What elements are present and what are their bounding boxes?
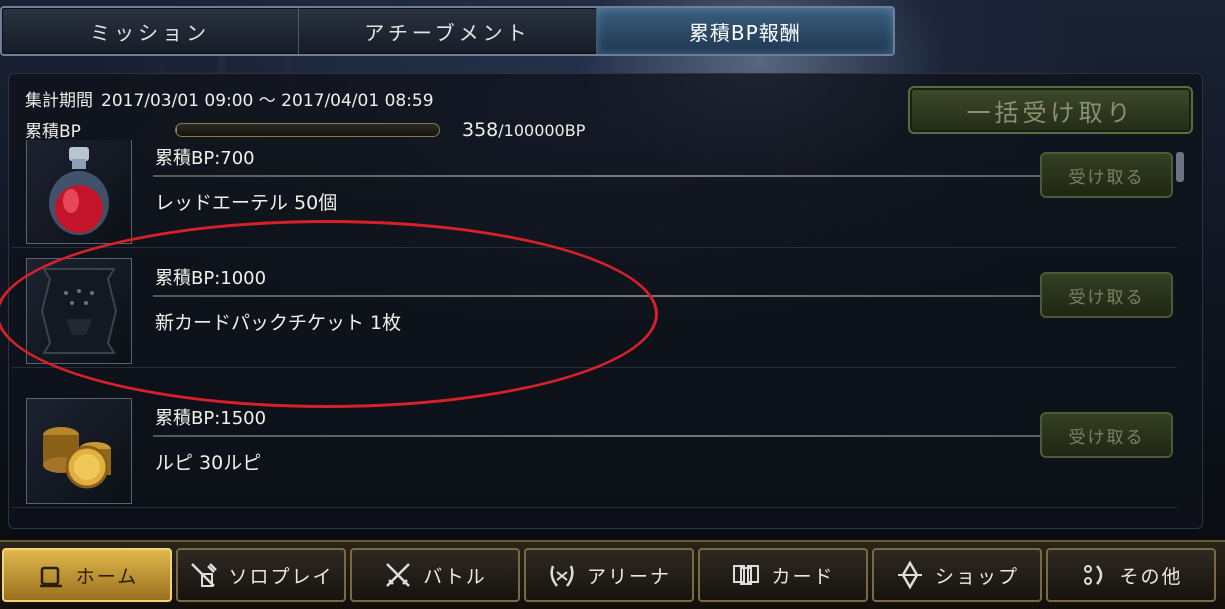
tab-cumulative-bp-reward[interactable]: 累積BP報酬 (596, 8, 893, 54)
period-value: 2017/03/01 09:00 ～ 2017/04/01 08:59 (101, 91, 434, 111)
nav-label: ソロプレイ (228, 565, 334, 588)
card-pack-ticket-icon (26, 258, 132, 364)
arena-laurel-icon (550, 565, 574, 587)
bp-total: /100000BP (498, 120, 586, 140)
bp-progress-bar (175, 122, 440, 137)
nav-solo-play[interactable]: ソロプレイ (176, 548, 346, 602)
cards-icon (733, 565, 760, 585)
nav-card[interactable]: カード (698, 548, 868, 602)
home-icon (39, 566, 62, 588)
bulk-claim-button[interactable]: 一括受け取り (908, 86, 1193, 134)
bottom-navigation: ホーム ソロプレイ バトル アリーナ カード ショップ その他 (0, 540, 1225, 609)
other-icon (1084, 565, 1103, 585)
reward-requirement: 累積BP:1000 (155, 268, 267, 289)
mission-tabs: ミッション アチーブメント 累積BP報酬 (0, 6, 895, 56)
bp-progress-fill (176, 123, 178, 136)
nav-label: アリーナ (586, 565, 671, 588)
reward-item: レッドエーテル 50個 (155, 192, 338, 214)
period-label: 集計期間 (25, 91, 93, 111)
red-ether-potion-icon (26, 140, 132, 244)
divider (153, 432, 1167, 439)
claim-button[interactable]: 受け取る (1040, 412, 1173, 458)
divider (153, 172, 1167, 179)
nav-label: カード (771, 565, 835, 588)
bp-current: 358 (462, 118, 499, 141)
shop-crystal-icon (897, 560, 922, 590)
claim-button[interactable]: 受け取る (1040, 152, 1173, 198)
nav-other[interactable]: その他 (1046, 548, 1216, 602)
bp-label: 累積BP (25, 122, 81, 142)
nav-label: ホーム (75, 565, 139, 588)
reward-list[interactable]: 累積BP:700 レッドエーテル 50個 受け取る 累積BP:1000 新カード… (12, 140, 1182, 516)
divider (153, 292, 1167, 299)
nav-battle[interactable]: バトル (350, 548, 520, 602)
nav-shop[interactable]: ショップ (872, 548, 1042, 602)
nav-home[interactable]: ホーム (2, 548, 172, 602)
nav-label: バトル (423, 565, 487, 588)
tab-mission[interactable]: ミッション (2, 8, 300, 54)
reward-item: ルピ 30ルピ (155, 452, 262, 474)
bp-value: 358/100000BP (462, 119, 585, 141)
rupie-coins-icon (26, 398, 132, 504)
list-item: 累積BP:1000 新カードパックチケット 1枚 受け取る (12, 238, 1177, 368)
list-scrollbar[interactable] (1176, 152, 1184, 182)
solo-play-icon (191, 563, 218, 587)
list-item: 累積BP:700 レッドエーテル 50個 受け取る (12, 140, 1177, 248)
nav-arena[interactable]: アリーナ (524, 548, 694, 602)
reward-item: 新カードパックチケット 1枚 (155, 312, 402, 334)
bp-summary: 集計期間 2017/03/01 09:00 ～ 2017/04/01 08:59… (25, 86, 585, 142)
claim-button[interactable]: 受け取る (1040, 272, 1173, 318)
crossed-swords-icon (386, 563, 411, 587)
nav-label: ショップ (934, 565, 1019, 588)
reward-requirement: 累積BP:700 (155, 148, 255, 169)
reward-requirement: 累積BP:1500 (155, 408, 267, 429)
nav-label: その他 (1119, 565, 1183, 588)
list-item: 累積BP:1500 ルピ 30ルピ 受け取る (12, 378, 1177, 508)
tab-achievement[interactable]: アチーブメント (299, 8, 597, 54)
